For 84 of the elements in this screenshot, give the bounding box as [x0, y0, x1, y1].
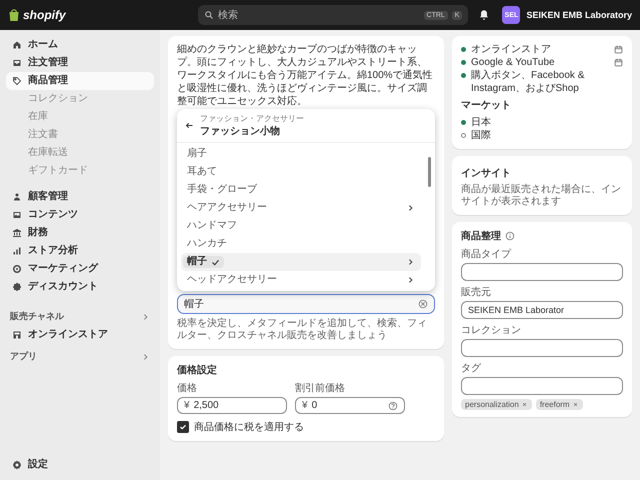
nav-item[interactable]: オンラインストア [6, 326, 154, 344]
field-label: コレクション [461, 324, 522, 337]
breadcrumb: ファッション・アクセサリー [200, 113, 304, 124]
chevron-right-icon[interactable] [142, 312, 150, 320]
category-option[interactable]: ハンドマフ [181, 217, 421, 235]
text-field[interactable] [461, 377, 623, 395]
category-title: ファッション小物 [200, 124, 281, 138]
section-heading: マーケット [461, 99, 512, 112]
market-name: 国際 [471, 129, 492, 142]
field-label: 商品タイプ [461, 248, 512, 261]
store-name[interactable]: SEIKEN EMB Laboratory [526, 10, 632, 20]
bar-chart-icon [12, 246, 22, 256]
target-icon [12, 264, 22, 274]
bell-icon[interactable] [478, 9, 490, 21]
search-icon [204, 10, 214, 20]
tray-icon [12, 58, 22, 68]
badge-icon [12, 282, 22, 292]
help-icon[interactable] [388, 400, 398, 410]
text-field[interactable] [461, 339, 623, 357]
chevron-right-icon [407, 204, 415, 212]
category-option[interactable]: 耳あて [181, 163, 421, 181]
calendar-icon[interactable] [614, 45, 623, 54]
card-title: 商品整理 [461, 229, 501, 243]
checkbox[interactable] [177, 421, 189, 433]
house-icon [12, 40, 22, 50]
nav-item[interactable]: ホーム [6, 36, 154, 54]
channel-name: 購入ボタン、Facebook & Instagram、およびShop [471, 69, 586, 95]
tag-chip[interactable]: personalization [461, 399, 532, 410]
price-field[interactable]: ¥ 0 [295, 397, 405, 414]
remove-icon[interactable] [572, 401, 579, 408]
settings-item[interactable]: 設定 [6, 456, 154, 474]
nav-item[interactable]: 注文管理 [6, 54, 154, 72]
section-heading[interactable]: 販売チャネル [10, 310, 64, 323]
remove-icon[interactable] [520, 401, 528, 408]
category-field[interactable]: 帽子 [177, 294, 435, 314]
text-field[interactable]: SEIKEN EMB Laborator [461, 301, 623, 319]
nav-item[interactable]: 財務 [6, 224, 154, 242]
card-title: インサイト [461, 167, 512, 180]
section-heading[interactable]: アプリ [10, 350, 37, 363]
description-text[interactable]: 細めのクラウンと絶妙なカーブのつばが特徴のキャップ。頭にフィットし、大人カジュアルやストリート系、ワークスタイルにも合う万能アイテム。綿100%で通気性と吸湿性に優れ、洗うほどヴィンテージ風に。サイズ調整可能でユニセックス対応。 [177, 43, 435, 108]
tag-chip[interactable]: freeform [536, 399, 583, 410]
nav-item[interactable]: マーケティング [6, 260, 154, 278]
nav-item[interactable]: コンテンツ [6, 206, 154, 224]
shopping-bag-icon [8, 8, 20, 22]
checkmark-icon [211, 258, 220, 266]
clear-icon[interactable] [418, 299, 428, 309]
tag-icon [12, 76, 22, 86]
person-icon [12, 192, 22, 202]
field-label: 割引前価格 [295, 382, 346, 395]
category-option[interactable]: ハンカチ [181, 235, 421, 253]
field-label: タグ [461, 362, 482, 375]
calendar-icon[interactable] [614, 58, 623, 67]
field-label: 販売元 [461, 286, 492, 299]
chevron-right-icon[interactable] [142, 352, 150, 360]
scrollbar-thumb[interactable] [428, 157, 431, 187]
channel-name: Google & YouTube [471, 56, 556, 69]
checkmark-icon [178, 422, 188, 432]
text-field[interactable] [461, 263, 623, 281]
chevron-right-icon [407, 276, 415, 284]
category-option[interactable]: 手袋・グローブ [181, 181, 421, 199]
storefront-icon [12, 330, 22, 340]
back-arrow-icon[interactable] [185, 121, 194, 130]
category-option[interactable]: ヘアアクセサリー [181, 199, 421, 217]
nav-item[interactable]: 商品管理 [6, 72, 154, 90]
bank-icon [12, 228, 22, 238]
card-title: 価格設定 [177, 363, 218, 377]
settings-icon [12, 460, 22, 470]
insights-text: 商品が最近販売された場合に、インサイトが表示されます [461, 184, 622, 208]
checkbox-label: 商品価格に税を適用する [194, 420, 304, 434]
info-icon[interactable] [505, 231, 515, 241]
category-option[interactable]: 扇子 [181, 145, 421, 163]
logo-wordmark[interactable]: shopify [23, 8, 66, 22]
field-label: 価格 [177, 382, 198, 395]
category-option[interactable]: 帽子 [181, 253, 421, 271]
channel-name: オンラインストア [471, 43, 552, 56]
nav-item[interactable]: ストア分析 [6, 242, 154, 260]
nav-item[interactable]: 顧客管理 [6, 188, 154, 206]
price-field[interactable]: ¥ 2,500 [177, 397, 287, 414]
market-name: 日本 [471, 116, 492, 129]
picture-icon [12, 210, 22, 220]
chevron-right-icon [407, 258, 415, 266]
nav-item[interactable]: ディスカウント [6, 278, 154, 296]
category-option[interactable]: ヘッドアクセサリー [181, 271, 421, 289]
help-text: 税率を決定し、メタフィールドを追加して、検索、フィルター、クロスチャネル販売を改善しましょう [177, 318, 428, 342]
